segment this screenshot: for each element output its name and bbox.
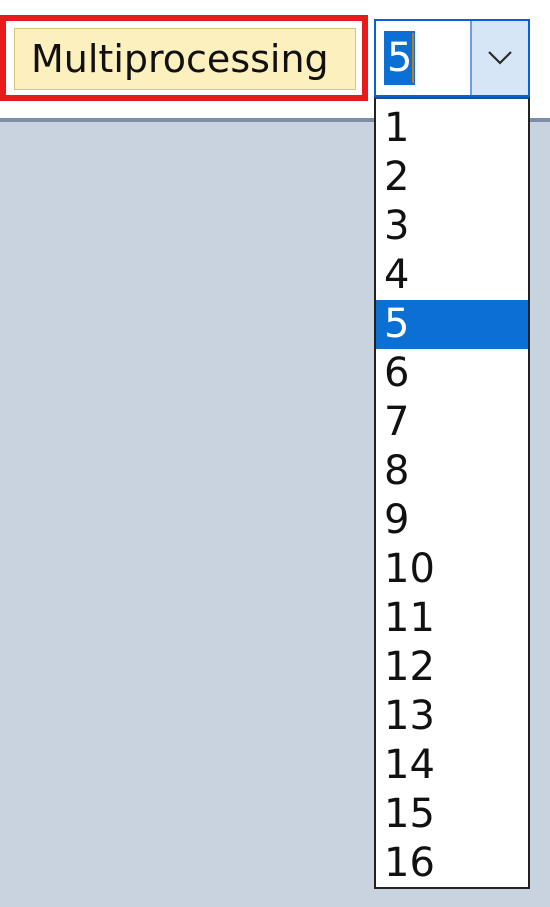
dropdown-option-10[interactable]: 10 <box>376 545 528 594</box>
dropdown-option-4[interactable]: 4 <box>376 251 528 300</box>
multiprocessing-combobox[interactable]: 5 <box>374 19 530 97</box>
dropdown-option-5[interactable]: 5 <box>376 300 528 349</box>
dropdown-option-12[interactable]: 12 <box>376 643 528 692</box>
text-caret <box>412 33 414 83</box>
dropdown-option-2[interactable]: 2 <box>376 153 528 202</box>
chevron-down-icon <box>488 51 512 65</box>
dropdown-option-16[interactable]: 16 <box>376 839 528 888</box>
dropdown-option-15[interactable]: 15 <box>376 790 528 839</box>
label-highlight-frame: Multiprocessing <box>0 15 368 101</box>
dropdown-option-3[interactable]: 3 <box>376 202 528 251</box>
combobox-value[interactable]: 5 <box>384 31 416 85</box>
dropdown-option-8[interactable]: 8 <box>376 447 528 496</box>
multiprocessing-label: Multiprocessing <box>14 28 356 90</box>
dropdown-option-14[interactable]: 14 <box>376 741 528 790</box>
dropdown-option-7[interactable]: 7 <box>376 398 528 447</box>
dropdown-list[interactable]: 1 2 3 4 5 6 7 8 9 10 11 12 13 14 15 16 <box>374 97 530 889</box>
dropdown-option-6[interactable]: 6 <box>376 349 528 398</box>
dropdown-option-1[interactable]: 1 <box>376 104 528 153</box>
dropdown-option-9[interactable]: 9 <box>376 496 528 545</box>
dropdown-option-13[interactable]: 13 <box>376 692 528 741</box>
dropdown-option-11[interactable]: 11 <box>376 594 528 643</box>
dropdown-toggle-button[interactable] <box>470 21 528 95</box>
